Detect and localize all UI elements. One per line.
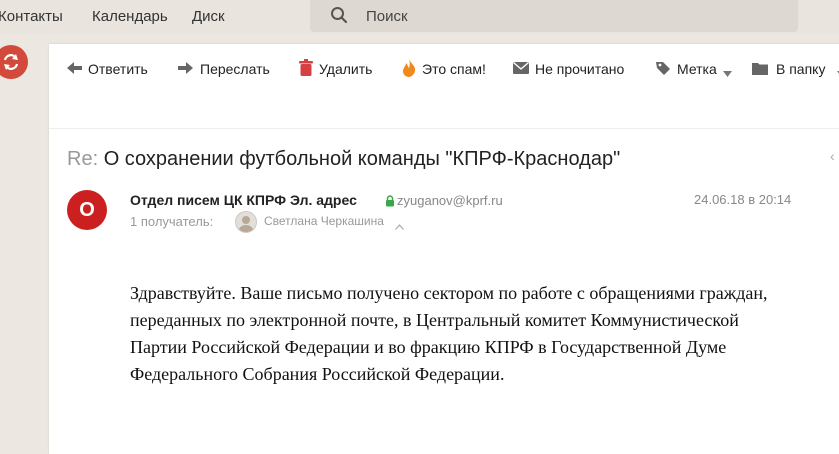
subject-text: О сохранении футбольной команды "КПРФ-Кр… xyxy=(103,148,621,170)
message-toolbar: Ответить Переслать Удалить Это спам! Не xyxy=(49,44,839,92)
nav-calendar[interactable]: Календарь xyxy=(92,8,168,25)
search-icon xyxy=(330,6,348,29)
recipients-label: 1 получатель: xyxy=(130,214,214,229)
tag-icon xyxy=(655,59,671,80)
refresh-button[interactable] xyxy=(0,45,28,79)
nav-contacts[interactable]: Контакты xyxy=(0,8,63,25)
lock-icon xyxy=(385,194,395,212)
folder-icon xyxy=(752,59,768,80)
message-date: 24.06.18 в 20:14 xyxy=(694,192,792,207)
envelope-icon xyxy=(513,59,529,80)
search-input[interactable]: Поиск xyxy=(310,0,798,32)
recipient-name[interactable]: Светлана Черкашина xyxy=(264,214,384,228)
message-body: Здравствуйте. Ваше письмо получено секто… xyxy=(130,283,768,384)
fire-icon xyxy=(402,59,416,80)
sender-avatar[interactable]: О xyxy=(67,190,107,230)
sender-email[interactable]: zyuganov@kprf.ru xyxy=(397,193,503,208)
message-subject: Re: О сохранении футбольной команды "КПР… xyxy=(67,148,620,171)
chevron-down-icon xyxy=(723,64,732,80)
chevron-up-icon[interactable] xyxy=(395,217,404,235)
recipient-avatar xyxy=(235,211,257,233)
top-navigation: Контакты Календарь Диск Поиск xyxy=(0,0,839,34)
collapse-arrow-icon[interactable]: ‹ xyxy=(830,148,835,164)
search-placeholder: Поиск xyxy=(366,8,408,25)
nav-disk[interactable]: Диск xyxy=(192,8,225,25)
sender-name[interactable]: Отдел писем ЦК КПРФ Эл. адрес xyxy=(130,192,357,208)
forward-icon xyxy=(177,59,193,80)
message-panel: Ответить Переслать Удалить Это спам! Не xyxy=(49,44,839,454)
divider xyxy=(49,128,839,129)
trash-icon xyxy=(299,59,313,80)
reply-icon xyxy=(67,59,83,80)
refresh-icon xyxy=(3,54,19,70)
subject-prefix: Re: xyxy=(67,148,99,170)
